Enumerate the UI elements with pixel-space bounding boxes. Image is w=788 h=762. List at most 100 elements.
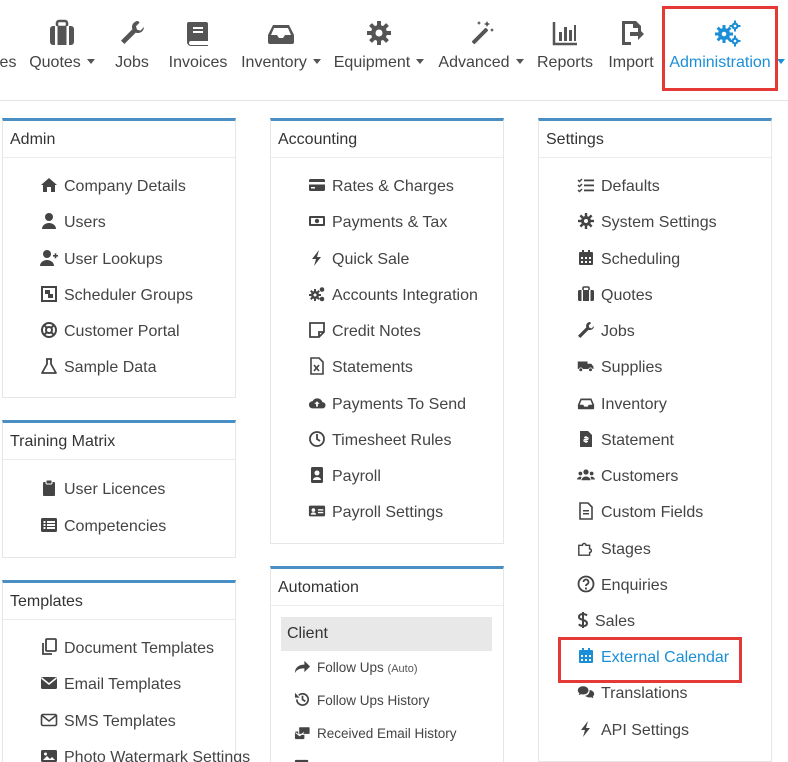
object-group-icon [41,286,57,303]
accounting-quick-sale-link[interactable]: Quick Sale [308,248,409,272]
accounting-statements-link[interactable]: Statements [308,356,413,380]
automation-client-subheading: Client [281,617,492,651]
nav-item-equipment[interactable]: Equipment [333,0,425,100]
training-competencies-link[interactable]: Competencies [40,515,166,539]
settings-external-calendar-link[interactable]: External Calendar [577,646,729,670]
training-user-licences-link[interactable]: User Licences [40,478,165,502]
admin-item-label: Customer Portal [64,323,180,340]
settings-stages-link[interactable]: Stages [577,538,651,562]
nav-item-inventory[interactable]: Inventory [240,0,322,100]
home-icon [41,178,57,193]
admin-scheduler-groups-link[interactable]: Scheduler Groups [40,284,193,308]
settings-api-settings-link[interactable]: API Settings [577,719,689,743]
clock-icon [309,431,325,448]
auto-tag: (Auto) [387,663,418,675]
automation-follow-ups-link[interactable]: Follow Ups (Auto) [294,656,418,680]
question-circle-icon [577,575,595,593]
automation-received-email-history-link[interactable]: Received Email History [294,722,457,746]
admin-item-label: Users [64,214,106,231]
comments-icon [577,686,595,699]
accounting-item-label: Quick Sale [332,251,410,268]
nav-quotes-label: Quotes [29,54,81,71]
nav-item-jobs[interactable]: Jobs [110,0,154,100]
accounting-payroll-settings-link[interactable]: Payroll Settings [308,501,443,525]
book-icon [187,22,208,46]
nav-item-advanced[interactable]: Advanced [437,0,525,100]
accounting-timesheet-rules-link[interactable]: Timesheet Rules [308,429,451,453]
money-bill-icon [309,216,325,227]
accounting-item-label: Payments & Tax [332,214,448,231]
settings-inventory-link[interactable]: Inventory [577,393,667,417]
file-excel-icon [310,357,324,376]
nav-item-partial[interactable]: es [0,0,18,100]
nav-reports-label: Reports [536,54,594,71]
settings-custom-fields-link[interactable]: Custom Fields [577,501,703,525]
templates-email-templates-link[interactable]: Email Templates [40,673,181,697]
settings-item-label: Jobs [601,323,635,340]
nav-item-import[interactable]: Import [604,0,658,100]
accounting-rates-charges-link[interactable]: Rates & Charges [308,175,454,199]
admin-item-label: User Lookups [64,251,163,268]
settings-supplies-link[interactable]: Supplies [577,356,662,380]
accounting-payments-to-send-link[interactable]: Payments To Send [308,393,466,417]
accounting-item-label: Payments To Send [332,396,467,413]
briefcase-icon [50,19,74,45]
history-icon [294,693,309,707]
calendar-alt-icon [579,648,593,664]
settings-system-settings-link[interactable]: System Settings [577,211,717,235]
settings-customers-link[interactable]: Customers [577,465,678,489]
clipboard-icon [43,479,55,497]
nav-item-reports[interactable]: Reports [536,0,594,100]
training-panel-title: Training Matrix [3,423,235,460]
settings-sales-link[interactable]: Sales [577,610,635,634]
mail-bulk-icon [294,726,311,740]
nav-item-invoices[interactable]: Invoices [166,0,230,100]
settings-scheduling-link[interactable]: Scheduling [577,248,680,272]
templates-panel-title: Templates [3,583,235,620]
mail-icon [294,760,309,762]
templates-photo-watermark-link[interactable]: Photo Watermark Settings [40,746,250,762]
settings-quotes-link[interactable]: Quotes [577,284,653,308]
user-icon [42,213,56,230]
settings-jobs-link[interactable]: Jobs [577,320,635,344]
nav-item-quotes[interactable]: Quotes [28,0,96,100]
settings-defaults-link[interactable]: Defaults [577,175,660,199]
admin-item-label: Company Details [64,178,186,195]
accounting-payroll-link[interactable]: Payroll [308,465,381,489]
templates-sms-templates-link[interactable]: SMS Templates [40,710,176,734]
admin-item-label: Scheduler Groups [64,287,193,304]
automation-item-label: Received Email History [317,726,457,741]
settings-statement-link[interactable]: Statement [577,429,674,453]
admin-users-link[interactable]: Users [40,211,106,235]
settings-translations-link[interactable]: Translations [577,682,688,706]
cogs-icon [309,287,325,302]
chevron-down-icon [515,59,524,65]
share-icon [294,661,311,674]
nav-item-administration[interactable]: Administration [668,0,786,100]
automation-item-partial[interactable] [294,755,317,762]
admin-sample-data-link[interactable]: Sample Data [40,356,157,380]
nav-advanced-label: Advanced [438,54,510,71]
bolt-icon [581,721,590,738]
gear-icon [367,21,391,45]
accounting-item-label: Timesheet Rules [332,432,452,449]
accounting-accounts-integration-link[interactable]: Accounts Integration [308,284,478,308]
accounting-item-label: Payroll Settings [332,504,444,521]
settings-item-label: Supplies [601,359,663,376]
cog-icon [578,213,594,230]
cogs-icon [715,20,741,47]
settings-enquiries-link[interactable]: Enquiries [577,574,668,598]
file-alt-icon [579,502,593,521]
admin-customer-portal-link[interactable]: Customer Portal [40,320,180,344]
automation-follow-ups-history-link[interactable]: Follow Ups History [294,689,430,713]
admin-user-lookups-link[interactable]: User Lookups [40,248,163,272]
chevron-down-icon [86,59,95,65]
nav-inventory-label: Inventory [241,54,307,71]
app: es Quotes Jobs Invoices Inventory Equipm… [0,0,788,762]
chevron-down-icon [416,59,425,65]
admin-company-details-link[interactable]: Company Details [40,175,186,199]
templates-document-templates-link[interactable]: Document Templates [40,637,214,661]
accounting-payments-tax-link[interactable]: Payments & Tax [308,211,447,235]
chevron-down-icon [776,59,785,65]
accounting-credit-notes-link[interactable]: Credit Notes [308,320,421,344]
